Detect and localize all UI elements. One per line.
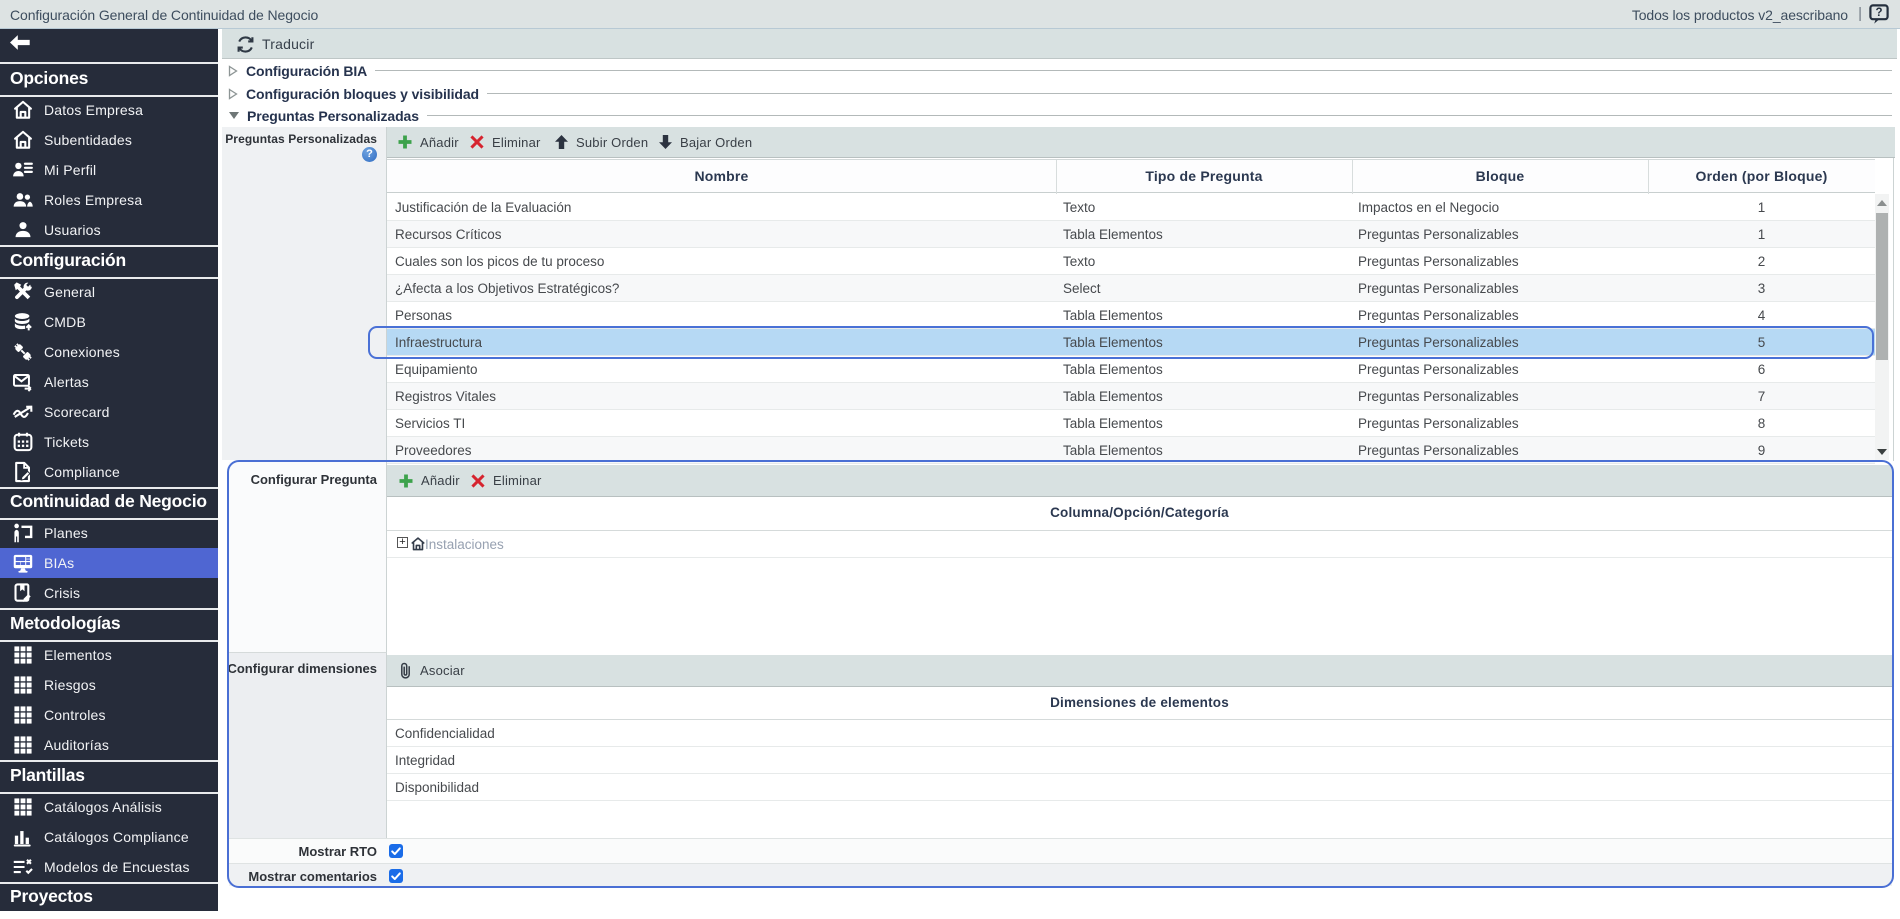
svg-text:?: ? bbox=[1875, 7, 1882, 19]
